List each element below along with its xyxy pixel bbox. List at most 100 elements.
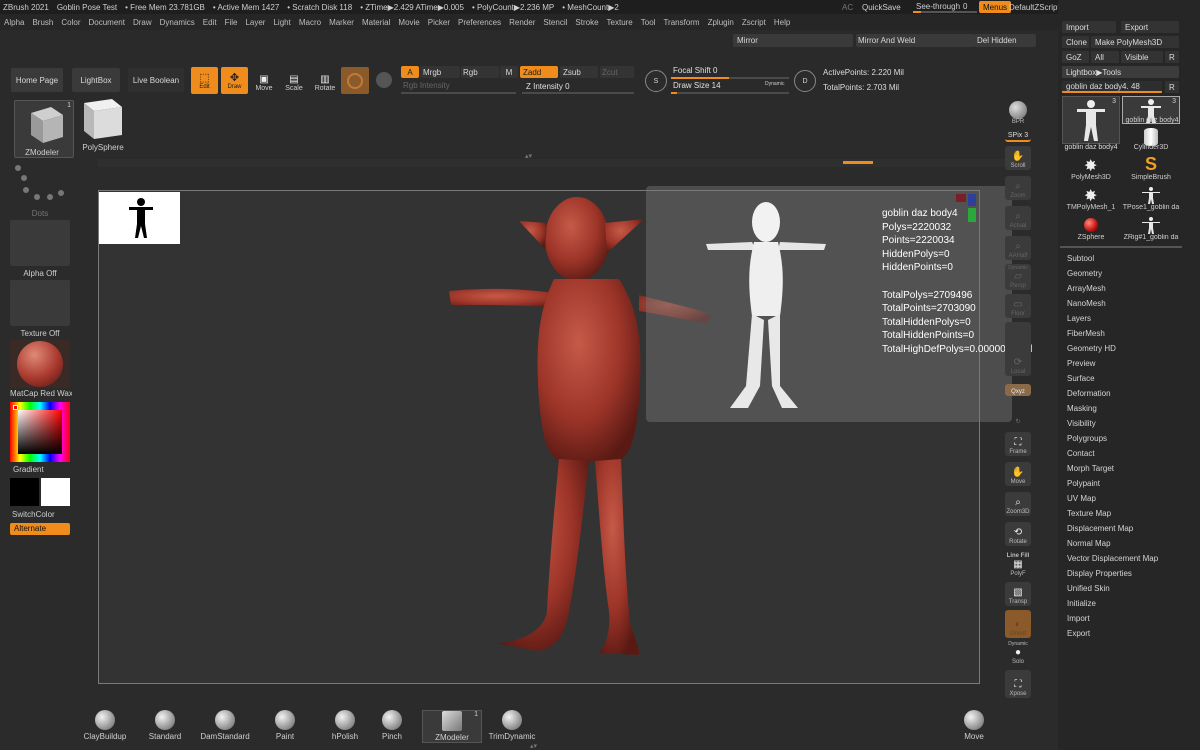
ghost-button[interactable]: ◐ Ghost xyxy=(1005,610,1031,638)
current-tool-r-button[interactable]: R xyxy=(1165,81,1179,93)
tool-thumb-simplebrush[interactable]: S SimpleBrush xyxy=(1122,154,1180,184)
persp-button[interactable]: Dynamic ▱ Persp xyxy=(1005,264,1031,290)
subpanel-display-properties[interactable]: Display Properties xyxy=(1067,569,1132,578)
shelf-collapse-icon[interactable]: ▴▾ xyxy=(525,152,532,160)
rgb-toggle[interactable]: Rgb xyxy=(461,66,499,78)
subpanel-morph-target[interactable]: Morph Target xyxy=(1067,464,1114,473)
menu-color[interactable]: Color xyxy=(57,18,84,27)
subpanel-fibermesh[interactable]: FiberMesh xyxy=(1067,329,1105,338)
color-picker[interactable] xyxy=(10,402,70,462)
menu-file[interactable]: File xyxy=(221,18,242,27)
subpanel-unified-skin[interactable]: Unified Skin xyxy=(1067,584,1110,593)
navigator-thumbnail[interactable] xyxy=(99,192,180,244)
menu-render[interactable]: Render xyxy=(505,18,539,27)
menu-movie[interactable]: Movie xyxy=(394,18,423,27)
subpanel-polypaint[interactable]: Polypaint xyxy=(1067,479,1100,488)
subpanel-contact[interactable]: Contact xyxy=(1067,449,1095,458)
zoom-button[interactable]: ⌕ Zoom xyxy=(1005,176,1031,200)
solo-button[interactable]: Dynamic ● Solo xyxy=(1005,640,1031,666)
mirror-button[interactable]: Mirror xyxy=(733,34,853,47)
main-color-swatch[interactable] xyxy=(10,478,39,506)
transp-button[interactable]: ▧ Transp xyxy=(1005,582,1031,606)
brush-trimdynamic[interactable]: TrimDynamic xyxy=(482,710,542,741)
subpanel-import[interactable]: Import xyxy=(1067,614,1090,623)
goz-r-button[interactable]: R xyxy=(1165,51,1179,63)
aahalf-button[interactable]: ⌕ AAHalf xyxy=(1005,236,1031,260)
s-button[interactable]: S xyxy=(645,70,667,92)
subpanel-displacement-map[interactable]: Displacement Map xyxy=(1067,524,1133,533)
brush-standard[interactable]: Standard xyxy=(135,710,195,741)
scale-mode-button[interactable]: ▤ Scale xyxy=(283,70,305,92)
tool-thumb-polymesh[interactable]: ✸ PolyMesh3D xyxy=(1062,156,1120,184)
xyz-button[interactable]: Qxyz xyxy=(1005,384,1031,396)
draw-mode-button[interactable]: ✥ Draw xyxy=(221,67,248,94)
subpanel-subtool[interactable]: Subtool xyxy=(1067,254,1094,263)
dots-stroke-thumb[interactable] xyxy=(10,160,70,206)
current-tool-slider[interactable]: goblin daz body4. 48 xyxy=(1062,81,1162,93)
del-hidden-button[interactable]: Del Hidden xyxy=(974,34,1036,47)
scroll-button[interactable]: ✋ Scroll xyxy=(1005,146,1031,170)
tool-export-button[interactable]: Export xyxy=(1121,21,1179,33)
subpanel-polygroups[interactable]: Polygroups xyxy=(1067,434,1107,443)
menu-tool[interactable]: Tool xyxy=(637,18,660,27)
goz-all-button[interactable]: All xyxy=(1091,51,1119,63)
see-through-slider[interactable]: See-through 0 xyxy=(913,1,977,13)
menu-stencil[interactable]: Stencil xyxy=(539,18,571,27)
alpha-thumb[interactable] xyxy=(10,220,70,266)
subpanel-arraymesh[interactable]: ArrayMesh xyxy=(1067,284,1106,293)
tool-thumb-zrig[interactable]: ZRig#1_goblin da xyxy=(1122,216,1180,244)
color-square[interactable] xyxy=(18,410,62,454)
material-circle-button[interactable] xyxy=(341,67,369,94)
goz-button[interactable]: GoZ xyxy=(1062,51,1089,63)
subpanel-masking[interactable]: Masking xyxy=(1067,404,1097,413)
rotate-mode-button[interactable]: ▥ Rotate xyxy=(313,70,337,92)
menu-alpha[interactable]: Alpha xyxy=(0,18,28,27)
menu-picker[interactable]: Picker xyxy=(424,18,454,27)
focal-shift-slider[interactable]: Focal Shift 0 xyxy=(671,65,789,79)
live-boolean-button[interactable]: Live Boolean xyxy=(128,68,184,92)
subpanel-texture-map[interactable]: Texture Map xyxy=(1067,509,1111,518)
zadd-toggle[interactable]: Zadd xyxy=(520,66,558,78)
menu-zscript[interactable]: Zscript xyxy=(738,18,770,27)
zsub-toggle[interactable]: Zsub xyxy=(560,66,598,78)
menu-edit[interactable]: Edit xyxy=(199,18,221,27)
polysphere-thumb[interactable]: PolySphere xyxy=(78,97,128,157)
move-view-button[interactable]: ✋ Move xyxy=(1005,462,1031,486)
subpanel-preview[interactable]: Preview xyxy=(1067,359,1095,368)
bottom-collapse-icon[interactable]: ▴▾ xyxy=(530,742,537,750)
subpanel-nanomesh[interactable]: NanoMesh xyxy=(1067,299,1106,308)
menu-help[interactable]: Help xyxy=(770,18,794,27)
home-page-button[interactable]: Home Page xyxy=(11,68,63,92)
brush-pinch[interactable]: Pinch xyxy=(362,710,422,741)
stroke-icon-button[interactable] xyxy=(374,70,394,90)
zoom3d-button[interactable]: ⌕ Zoom3D xyxy=(1005,492,1031,516)
tool-thumb-tpose[interactable]: TPose1_goblin da xyxy=(1122,186,1180,214)
menu-macro[interactable]: Macro xyxy=(295,18,325,27)
mrgb-toggle[interactable]: Mrgb xyxy=(420,66,460,78)
subpanel-uv-map[interactable]: UV Map xyxy=(1067,494,1096,503)
draw-size-slider[interactable]: Draw Size 14 Dynamic xyxy=(671,80,789,94)
menu-texture[interactable]: Texture xyxy=(603,18,637,27)
brush-claybuildup[interactable]: ClayBuildup xyxy=(75,710,135,741)
m-toggle[interactable]: M xyxy=(500,66,518,78)
local-button[interactable]: ⟳ Local xyxy=(1005,322,1031,376)
texture-thumb[interactable] xyxy=(10,280,70,326)
rgb-intensity-slider[interactable]: Rgb Intensity xyxy=(401,80,516,94)
menu-draw[interactable]: Draw xyxy=(129,18,156,27)
subpanel-export[interactable]: Export xyxy=(1067,629,1090,638)
brush-zmodeler[interactable]: ZModeler 1 xyxy=(422,710,482,743)
menu-transform[interactable]: Transform xyxy=(659,18,703,27)
menu-layer[interactable]: Layer xyxy=(241,18,269,27)
brush-paint[interactable]: Paint xyxy=(255,710,315,741)
floor-button[interactable]: ▭ Floor xyxy=(1005,294,1031,318)
alternate-button[interactable]: Alternate xyxy=(10,523,70,535)
move-mode-button[interactable]: ▣ Move xyxy=(253,70,275,92)
subpanel-geometry[interactable]: Geometry xyxy=(1067,269,1102,278)
tool-thumb-tmpolymesh[interactable]: ✸ TMPolyMesh_1 xyxy=(1062,186,1120,214)
menu-zplugin[interactable]: Zplugin xyxy=(704,18,738,27)
lightbox-button[interactable]: LightBox xyxy=(72,68,120,92)
actual-button[interactable]: ⌕ Actual xyxy=(1005,206,1031,230)
xpose-button[interactable]: ⛶ Xpose xyxy=(1005,670,1031,698)
secondary-color-swatch[interactable] xyxy=(41,478,70,506)
tool-thumb-goblin-2[interactable]: 3 goblin daz body4 xyxy=(1122,96,1180,124)
